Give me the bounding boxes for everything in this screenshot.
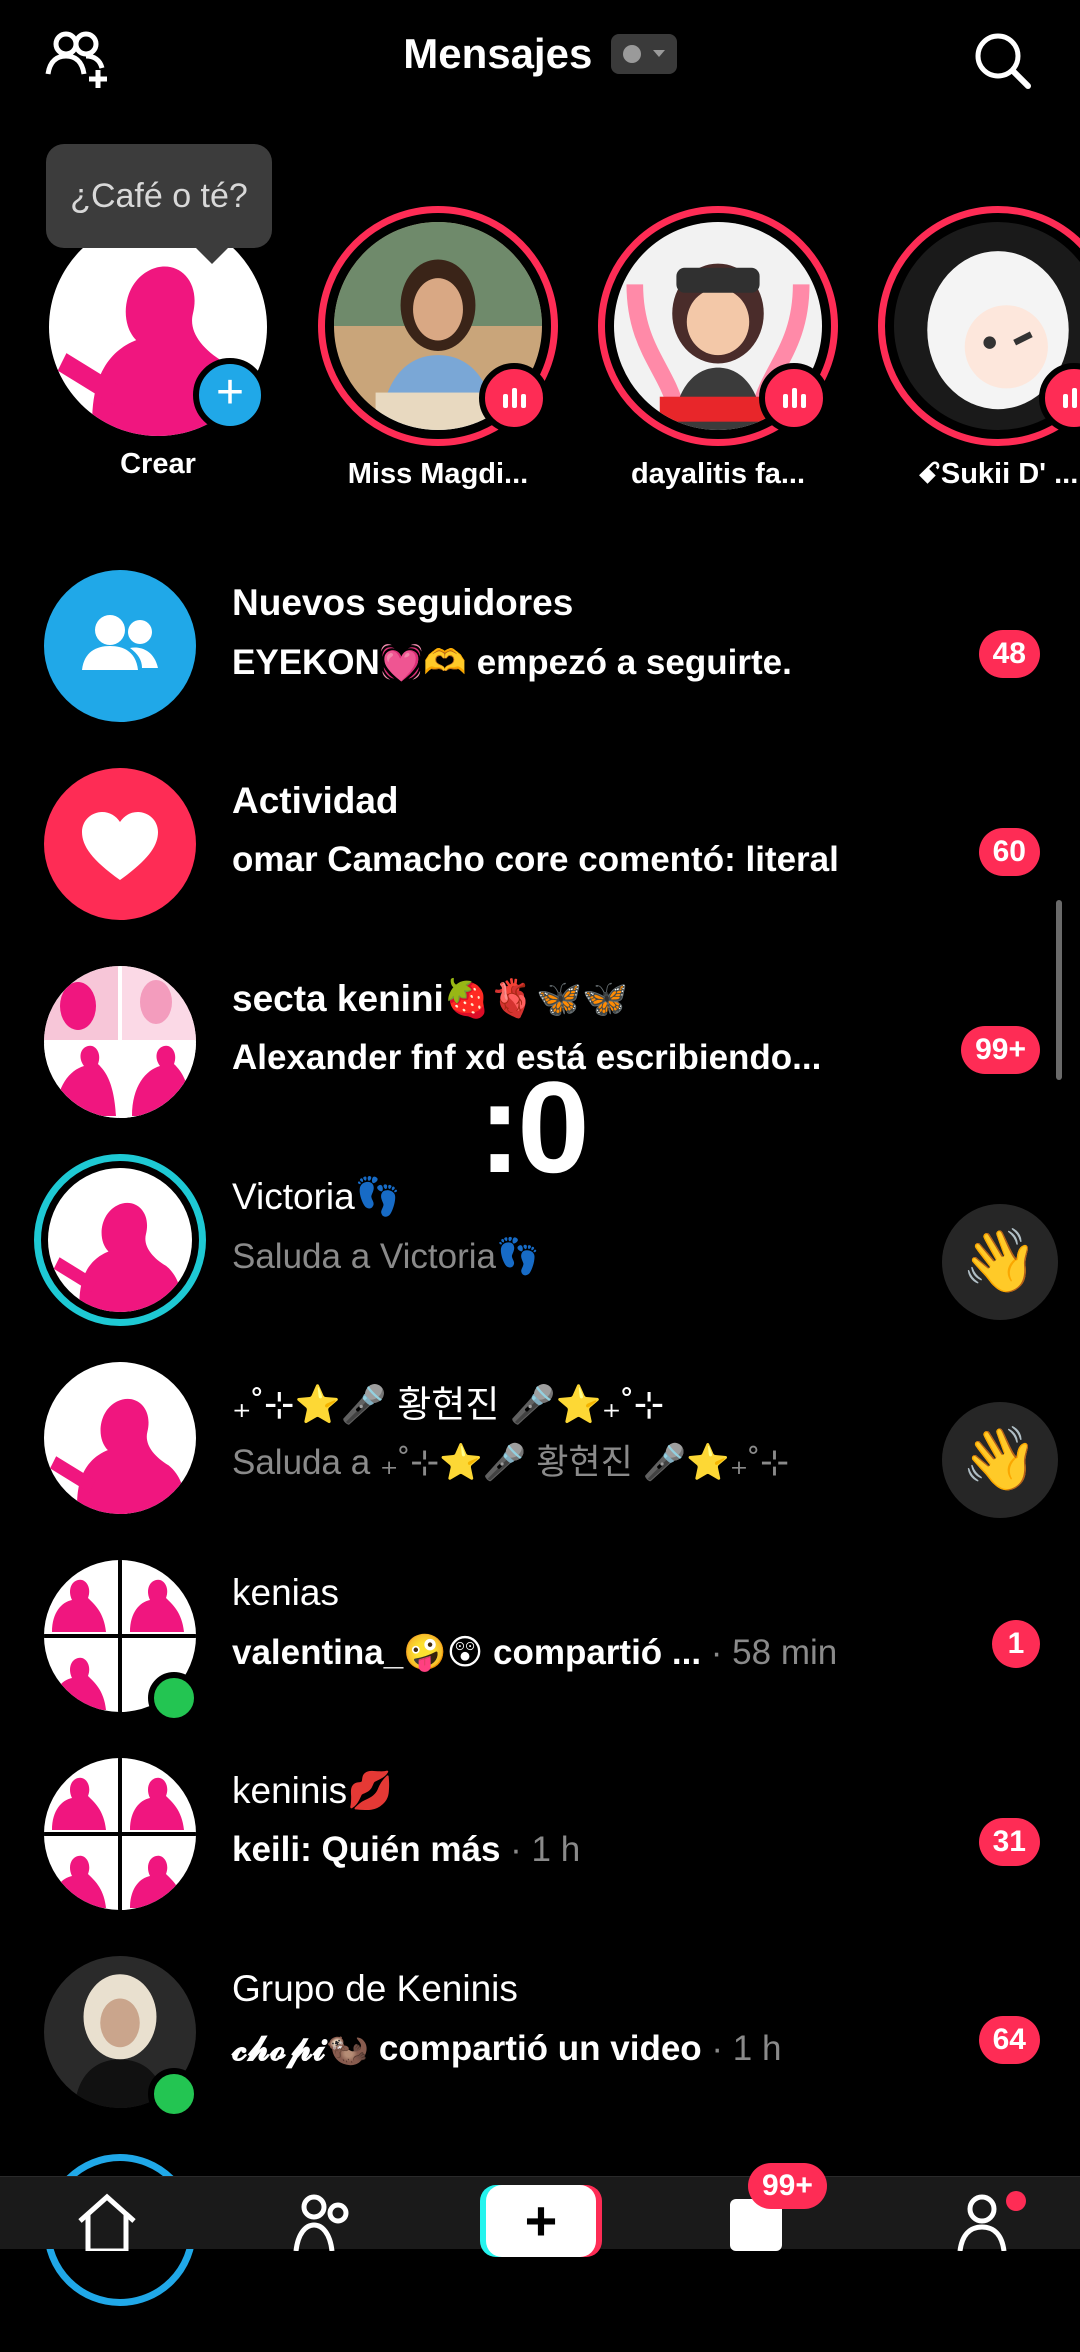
row-subtitle: keili: Quién más <box>232 1830 501 1869</box>
add-story-button[interactable]: + <box>193 358 267 432</box>
story-item[interactable]: ꗃSukii D' ... <box>868 206 1080 491</box>
inbox-badge: 99+ <box>748 2163 827 2209</box>
list-item-contact[interactable]: ₊˚⊹⭐🎤 황현진 🎤⭐₊˚⊹ Saluda a ₊˚⊹⭐🎤 황현진 🎤⭐₊˚⊹… <box>0 1362 1080 1560</box>
story-name: dayalitis fa... <box>630 458 806 490</box>
avatar <box>34 1154 206 1326</box>
wave-button[interactable]: 👋 <box>942 1204 1058 1320</box>
notification-dot <box>1006 2191 1026 2211</box>
list-item-activity[interactable]: Actividad omar Camacho core comentó: lit… <box>0 768 1080 966</box>
list-item-group[interactable]: kenias valentina_🤪😲 compartió ... · 58 m… <box>0 1560 1080 1758</box>
live-icon <box>479 363 549 433</box>
list-item-group[interactable]: Grupo de Keninis 𝓬𝓱𝓸𝓹𝓲🦦 compartió un vid… <box>0 1956 1080 2154</box>
unread-badge: 99+ <box>961 1026 1040 1074</box>
home-icon[interactable] <box>72 2191 142 2251</box>
row-title: kenias <box>232 1572 339 1613</box>
unread-badge: 64 <box>978 2016 1040 2064</box>
wave-button[interactable]: 👋 <box>942 1402 1058 1518</box>
overlay-caption: :0 <box>478 1054 590 1200</box>
search-icon[interactable] <box>970 28 1034 92</box>
status-tooltip: ¿Café o té? <box>46 144 272 264</box>
row-subtitle: omar Camacho core comentó: literal <box>232 840 839 879</box>
row-time: · 58 min <box>701 1633 838 1672</box>
unread-badge: 48 <box>978 630 1040 678</box>
row-subtitle: Saluda a ₊˚⊹⭐🎤 황현진 🎤⭐₊˚⊹ <box>232 1443 790 1482</box>
heart-icon <box>44 768 196 920</box>
live-icon <box>759 363 829 433</box>
create-button[interactable]: + <box>486 2185 596 2257</box>
chevron-down-icon <box>652 50 665 57</box>
story-name: ꗃSukii D' ... <box>917 458 1079 490</box>
bottom-nav: + 99+ <box>0 2163 1080 2257</box>
online-status-icon <box>148 1672 200 1724</box>
row-title: keninis💋 <box>232 1770 394 1811</box>
story-item[interactable]: Miss Magdi... <box>308 206 568 491</box>
status-dropdown[interactable] <box>610 34 677 74</box>
page-title: Mensajes <box>403 30 593 77</box>
friends-icon[interactable] <box>290 2191 360 2251</box>
stories-bar: ¿Café o té? + Crear Miss Magdi... dayali… <box>0 140 1080 520</box>
row-time: · 1 h <box>500 1830 581 1869</box>
list-item-group[interactable]: keninis💋 keili: Quién más · 1 h 31 <box>0 1758 1080 1956</box>
header: Mensajes <box>0 0 1080 115</box>
row-subtitle: Saluda a Victoria👣 <box>232 1237 540 1276</box>
row-title: Actividad <box>232 780 399 821</box>
unread-badge: 60 <box>978 828 1040 876</box>
story-name: Crear <box>120 448 196 480</box>
story-item[interactable]: dayalitis fa... <box>588 206 848 491</box>
row-title: Nuevos seguidores <box>232 582 574 623</box>
row-subtitle: EYEKON💓🫶 empezó a seguirte. <box>232 643 792 682</box>
message-list: Nuevos seguidores EYEKON💓🫶 empezó a segu… <box>0 570 1080 2352</box>
row-subtitle: valentina_🤪😲 compartió ... <box>232 1633 702 1672</box>
unread-badge: 31 <box>978 1818 1040 1866</box>
status-dot-icon <box>622 45 641 63</box>
group-avatar <box>44 966 196 1118</box>
profile-icon[interactable] <box>952 2191 1012 2251</box>
online-status-icon <box>148 2068 200 2120</box>
unread-badge: 1 <box>992 1620 1040 1668</box>
row-title: secta kenini🍓🫀🦋🦋 <box>232 978 629 1019</box>
row-time: · 1 h <box>701 2029 782 2068</box>
row-subtitle: 𝓬𝓱𝓸𝓹𝓲🦦 compartió un video <box>232 2029 702 2068</box>
followers-icon <box>44 570 196 722</box>
avatar <box>44 1362 196 1514</box>
scrollbar[interactable] <box>1056 900 1062 1080</box>
list-item-new-followers[interactable]: Nuevos seguidores EYEKON💓🫶 empezó a segu… <box>0 570 1080 768</box>
group-avatar <box>44 1758 196 1910</box>
row-title: ₊˚⊹⭐🎤 황현진 🎤⭐₊˚⊹ <box>232 1384 665 1425</box>
row-title: Grupo de Keninis <box>232 1968 518 2009</box>
story-name: Miss Magdi... <box>347 458 529 490</box>
